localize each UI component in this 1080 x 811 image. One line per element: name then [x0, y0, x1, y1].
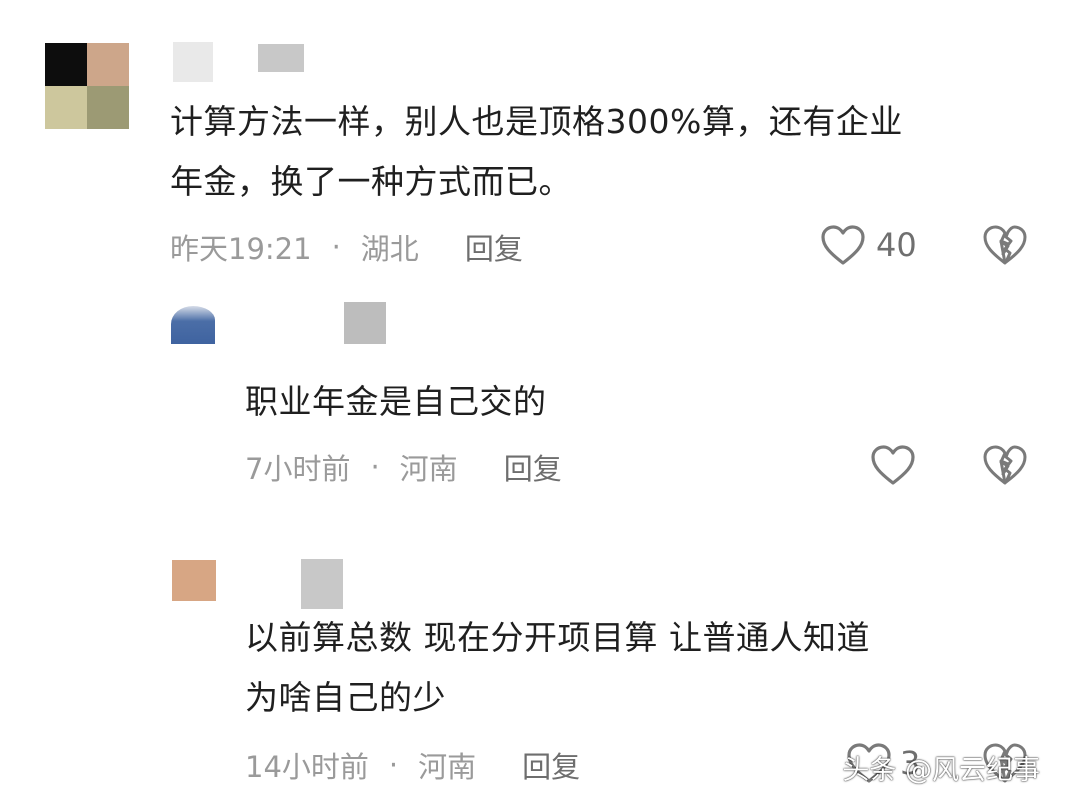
- username-blurred[interactable]: [258, 44, 304, 72]
- comment-meta: 14小时前 · 河南 回复: [245, 744, 580, 786]
- avatar[interactable]: [172, 560, 216, 601]
- avatar[interactable]: [171, 306, 215, 344]
- comment-time: 7小时前: [245, 452, 351, 486]
- meta-separator: ·: [370, 450, 380, 484]
- watermark: 头条 @风云纪事: [842, 755, 1040, 786]
- like-count: 40: [876, 226, 917, 264]
- username-blurred[interactable]: [301, 559, 343, 609]
- comment-line: 年金，换了一种方式而已。: [170, 162, 572, 201]
- comment-location: 河南: [399, 452, 458, 486]
- comment-text: 职业年金是自己交的: [245, 372, 547, 432]
- username-blurred[interactable]: [344, 302, 386, 344]
- comment-time: 14小时前: [245, 750, 369, 784]
- comment-line: 计算方法一样，别人也是顶格300%算，还有企业: [170, 102, 903, 141]
- comment-text: 以前算总数 现在分开项目算 让普通人知道 为啥自己的少: [245, 608, 870, 728]
- comment-line: 以前算总数 现在分开项目算 让普通人知道: [245, 618, 870, 657]
- comment-meta: 7小时前 · 河南 回复: [245, 446, 562, 488]
- comment-location: 湖北: [360, 232, 419, 266]
- comment-text: 计算方法一样，别人也是顶格300%算，还有企业 年金，换了一种方式而已。: [170, 92, 903, 212]
- reply-button[interactable]: 回复: [522, 744, 580, 786]
- avatar[interactable]: [45, 43, 129, 129]
- comment-line: 职业年金是自己交的: [245, 382, 547, 421]
- meta-separator: ·: [331, 230, 341, 264]
- broken-heart-icon[interactable]: [982, 224, 1028, 266]
- username-blurred[interactable]: [173, 42, 213, 82]
- comment-meta: 昨天19:21 · 湖北 回复: [170, 226, 523, 268]
- reply-button[interactable]: 回复: [504, 446, 562, 488]
- comment-location: 河南: [418, 750, 477, 784]
- reply-button[interactable]: 回复: [465, 226, 523, 268]
- broken-heart-icon[interactable]: [982, 444, 1028, 486]
- comment-time: 昨天19:21: [170, 232, 312, 266]
- comment-line: 为啥自己的少: [245, 678, 446, 717]
- heart-outline-icon[interactable]: [870, 444, 916, 486]
- heart-outline-icon[interactable]: [820, 224, 866, 266]
- meta-separator: ·: [388, 748, 399, 782]
